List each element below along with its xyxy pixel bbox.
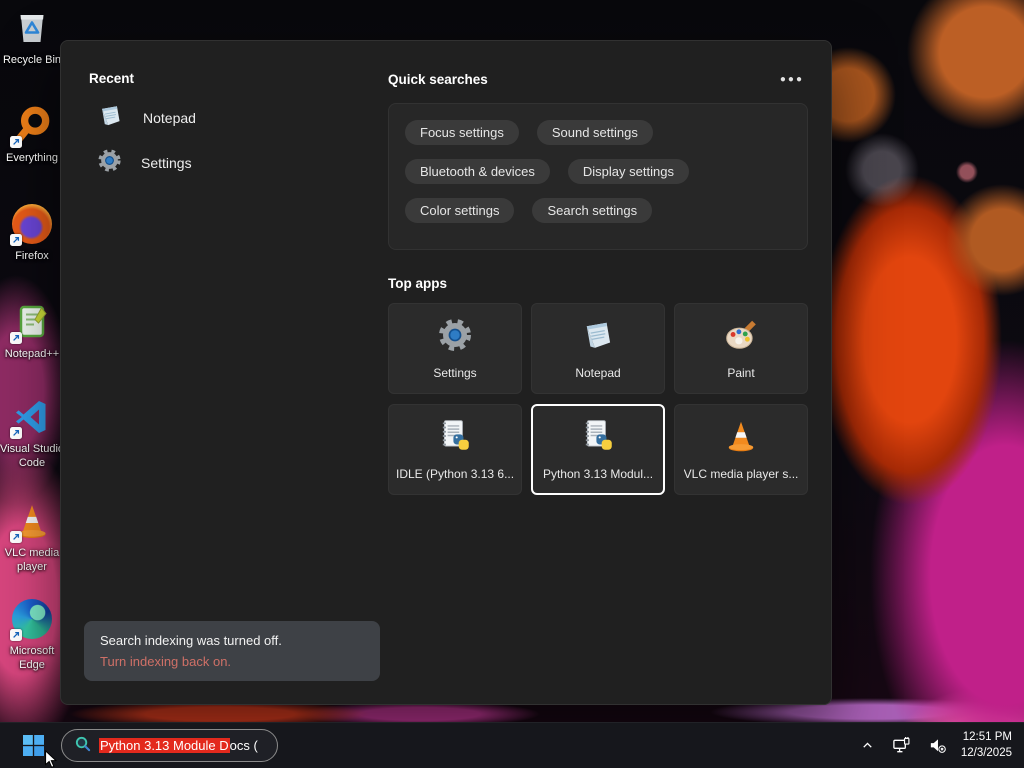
- top-app-label: Python 3.13 Modul...: [542, 467, 654, 481]
- screen: Recycle Bin Everything Firefox Notepad++…: [0, 0, 1024, 768]
- shortcut-arrow-icon: [10, 629, 22, 641]
- quick-search-pill-bluetooth[interactable]: Bluetooth & devices: [405, 159, 550, 184]
- windows-logo-icon: [22, 735, 44, 756]
- notepad-icon: [97, 102, 124, 134]
- paint-palette-icon: [723, 317, 759, 358]
- top-app-label: IDLE (Python 3.13 6...: [396, 467, 514, 481]
- firefox-icon: [10, 202, 54, 246]
- shortcut-arrow-icon: [10, 332, 22, 344]
- recent-item-notepad[interactable]: Notepad: [89, 100, 374, 136]
- taskbar-search-box[interactable]: Python 3.13 Module Docs (: [61, 729, 278, 762]
- vlc-cone-icon: [723, 418, 759, 459]
- desktop-icon-label: Visual Studio Code: [0, 443, 65, 470]
- top-app-tile-vlc-skinned[interactable]: VLC media player s...: [674, 404, 808, 495]
- desktop-icon-edge[interactable]: Microsoft Edge: [0, 597, 64, 673]
- indexing-notice-message: Search indexing was turned off.: [100, 633, 282, 648]
- shortcut-arrow-icon: [10, 427, 22, 439]
- vlc-icon: [10, 499, 54, 543]
- clock-date: 12/3/2025: [960, 746, 1012, 759]
- search-input-text: Python 3.13 Module Docs (: [99, 738, 258, 753]
- top-app-tile-paint[interactable]: Paint: [674, 303, 808, 394]
- shortcut-arrow-icon: [10, 234, 22, 246]
- system-tray: 12:51 PM 12/3/2025: [857, 730, 1024, 761]
- desktop-icon-recycle-bin[interactable]: Recycle Bin: [0, 6, 64, 67]
- quick-searches-card: Focus settings Sound settings Bluetooth …: [388, 103, 808, 250]
- network-icon[interactable]: [889, 733, 914, 758]
- recent-item-label: Settings: [141, 155, 192, 171]
- start-button[interactable]: [17, 730, 49, 762]
- desktop-icon-label: Everything: [6, 152, 58, 164]
- desktop-icon-notepad-plus-plus[interactable]: Notepad++: [0, 300, 64, 361]
- desktop-icon-vscode[interactable]: Visual Studio Code: [0, 395, 64, 471]
- recent-section: Recent Notepad Settings: [89, 71, 374, 181]
- taskbar: Python 3.13 Module Docs (12:51 PM 12/3/…: [0, 722, 1024, 768]
- top-apps-grid: Settings Notepad Paint IDLE (Python 3.13…: [388, 303, 808, 495]
- recent-item-settings[interactable]: Settings: [89, 145, 374, 181]
- notepad-icon: [580, 317, 616, 358]
- quick-search-pill-search[interactable]: Search settings: [532, 198, 653, 223]
- search-results-column: Quick searches ●●● Focus settings Sound …: [388, 71, 808, 495]
- edge-icon: [10, 597, 54, 641]
- python-document-icon: [437, 418, 473, 459]
- python-document-icon: [580, 418, 616, 459]
- recent-item-label: Notepad: [143, 110, 196, 126]
- search-flyout-panel: Recent Notepad Settings Quick searches ●…: [60, 40, 832, 705]
- quick-searches-title: Quick searches: [388, 72, 488, 87]
- volume-muted-icon[interactable]: [925, 733, 950, 758]
- settings-gear-icon: [97, 148, 122, 178]
- top-app-label: Paint: [727, 366, 755, 380]
- clock-time: 12:51 PM: [962, 730, 1012, 743]
- shortcut-arrow-icon: [10, 136, 22, 148]
- desktop-icon-everything[interactable]: Everything: [0, 104, 64, 165]
- quick-search-pill-display[interactable]: Display settings: [567, 159, 689, 184]
- desktop-icon-vlc[interactable]: VLC media player: [0, 499, 64, 575]
- vscode-icon: [10, 395, 54, 439]
- settings-gear-icon: [437, 317, 473, 358]
- tray-chevron-up-icon[interactable]: [857, 735, 878, 756]
- top-app-tile-notepad[interactable]: Notepad: [531, 303, 665, 394]
- desktop-icon-firefox[interactable]: Firefox: [0, 202, 64, 263]
- quick-search-pill-sound[interactable]: Sound settings: [536, 120, 653, 145]
- everything-icon: [10, 104, 54, 148]
- top-app-tile-python-module-docs[interactable]: Python 3.13 Modul...: [531, 404, 665, 495]
- desktop-icon-label: Microsoft Edge: [9, 645, 55, 672]
- desktop-icon-label: Firefox: [15, 250, 49, 262]
- search-text-rest: ocs (: [229, 738, 258, 753]
- top-app-label: VLC media player s...: [683, 467, 799, 481]
- notepad-plus-plus-icon: [10, 300, 54, 344]
- top-app-tile-settings[interactable]: Settings: [388, 303, 522, 394]
- turn-indexing-on-link[interactable]: Turn indexing back on.: [100, 654, 364, 669]
- desktop-icon-label: Recycle Bin: [2, 54, 62, 66]
- search-text-selected: Python 3.13 Module D: [99, 738, 230, 753]
- top-app-tile-idle-python[interactable]: IDLE (Python 3.13 6...: [388, 404, 522, 495]
- quick-search-pill-focus[interactable]: Focus settings: [405, 120, 519, 145]
- taskbar-clock[interactable]: 12:51 PM 12/3/2025: [961, 730, 1012, 761]
- more-options-icon[interactable]: ●●●: [776, 72, 808, 87]
- recycle-bin-icon: [10, 6, 54, 50]
- desktop-icon-label: VLC media player: [4, 547, 60, 574]
- top-app-label: Notepad: [575, 366, 621, 380]
- indexing-notice: Search indexing was turned off. Turn ind…: [84, 621, 380, 681]
- desktop-icon-label: Notepad++: [4, 348, 60, 360]
- quick-search-pill-color[interactable]: Color settings: [405, 198, 515, 223]
- recent-title: Recent: [89, 71, 135, 86]
- top-app-label: Settings: [433, 366, 477, 380]
- top-apps-title: Top apps: [388, 276, 447, 291]
- search-icon: [74, 735, 91, 757]
- shortcut-arrow-icon: [10, 531, 22, 543]
